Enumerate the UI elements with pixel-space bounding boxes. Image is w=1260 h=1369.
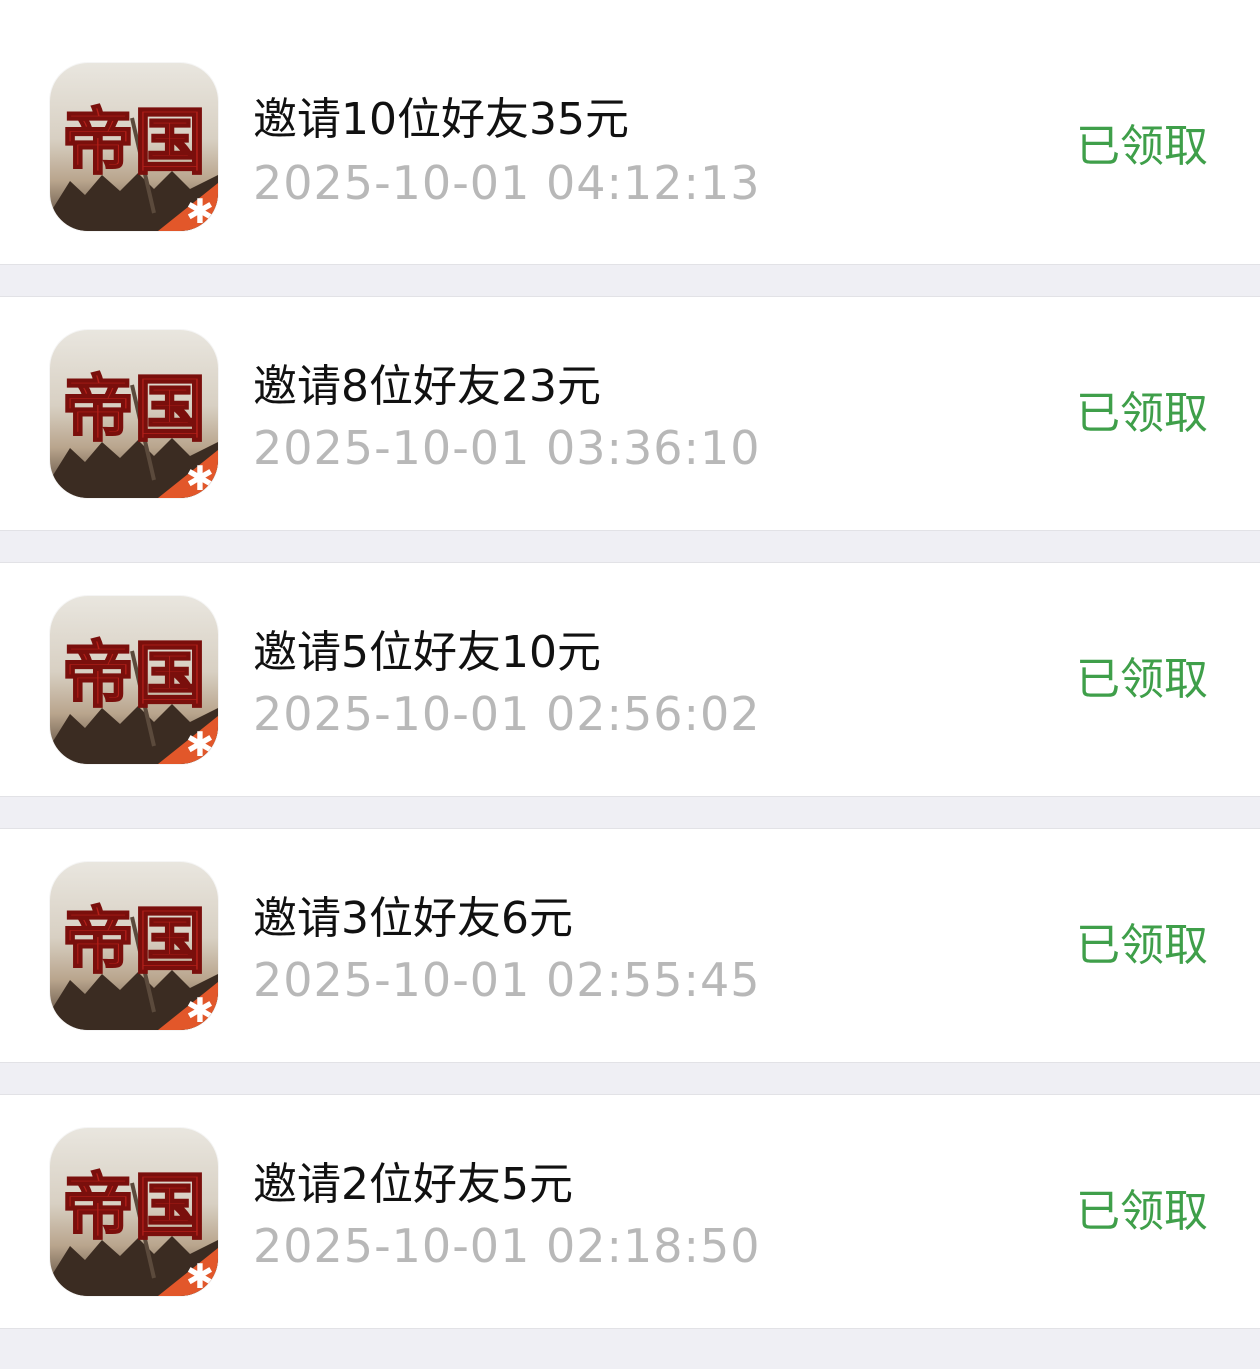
claimed-status: 已领取 — [1076, 654, 1208, 705]
reward-title: 邀请2位好友5元 — [253, 1159, 573, 1210]
icon-logo-text: 帝国 — [62, 899, 206, 983]
reward-time: 2025-10-01 04:12:13 — [253, 156, 761, 210]
claimed-status: 已领取 — [1076, 920, 1208, 971]
list-item[interactable]: 帝国 ✱ 邀请2位好友5元 2025-10-01 02:18:50 已领取 — [0, 1094, 1260, 1329]
empire-game-icon: 帝国 ✱ — [50, 330, 218, 498]
list-item[interactable]: 帝国 ✱ 邀请8位好友23元 2025-10-01 03:36:10 已领取 — [0, 296, 1260, 531]
empire-game-icon: 帝国 ✱ — [50, 596, 218, 764]
reward-time: 2025-10-01 02:55:45 — [253, 953, 761, 1007]
reward-title: 邀请3位好友6元 — [253, 893, 573, 944]
empire-game-icon: 帝国 ✱ — [50, 1128, 218, 1296]
icon-logo-text: 帝国 — [62, 633, 206, 717]
reward-title: 邀请10位好友35元 — [253, 94, 629, 145]
empire-game-icon: 帝国 ✱ — [50, 63, 218, 231]
reward-time: 2025-10-01 03:36:10 — [253, 421, 761, 475]
svg-text:✱: ✱ — [186, 192, 215, 231]
svg-text:✱: ✱ — [186, 725, 215, 764]
empire-game-icon: 帝国 ✱ — [50, 862, 218, 1030]
svg-text:✱: ✱ — [186, 459, 215, 498]
claimed-status: 已领取 — [1076, 388, 1208, 439]
svg-text:✱: ✱ — [186, 991, 215, 1030]
reward-time: 2025-10-01 02:18:50 — [253, 1219, 761, 1273]
icon-logo-text: 帝国 — [62, 100, 206, 184]
reward-title: 邀请8位好友23元 — [253, 361, 601, 412]
list-item[interactable]: 帝国 ✱ 邀请5位好友10元 2025-10-01 02:56:02 已领取 — [0, 562, 1260, 797]
reward-time: 2025-10-01 02:56:02 — [253, 687, 761, 741]
svg-text:✱: ✱ — [186, 1257, 215, 1296]
icon-logo-text: 帝国 — [62, 367, 206, 451]
list-item[interactable]: 帝国 ✱ 邀请10位好友35元 2025-10-01 04:12:13 已领取 — [0, 0, 1260, 265]
list-item[interactable]: 帝国 ✱ 邀请3位好友6元 2025-10-01 02:55:45 已领取 — [0, 828, 1260, 1063]
reward-title: 邀请5位好友10元 — [253, 627, 601, 678]
icon-logo-text: 帝国 — [62, 1165, 206, 1249]
claimed-status: 已领取 — [1076, 121, 1208, 172]
claimed-status: 已领取 — [1076, 1186, 1208, 1237]
